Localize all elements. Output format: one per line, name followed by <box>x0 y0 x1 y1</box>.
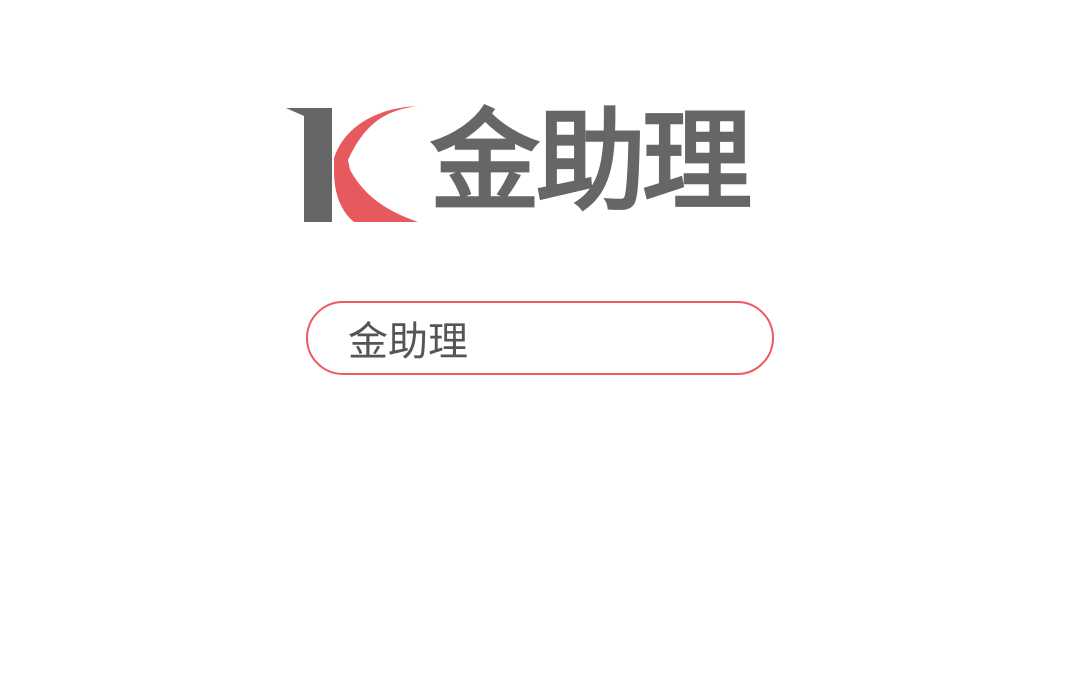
logo-wordmark: 金助理 <box>430 98 752 226</box>
page: 金助理 搜索 <box>0 0 1080 675</box>
logo: 金助理 <box>284 100 784 230</box>
search-input[interactable] <box>308 303 772 373</box>
search-bar: 搜索 <box>306 301 774 375</box>
k-logo-icon <box>286 106 418 222</box>
